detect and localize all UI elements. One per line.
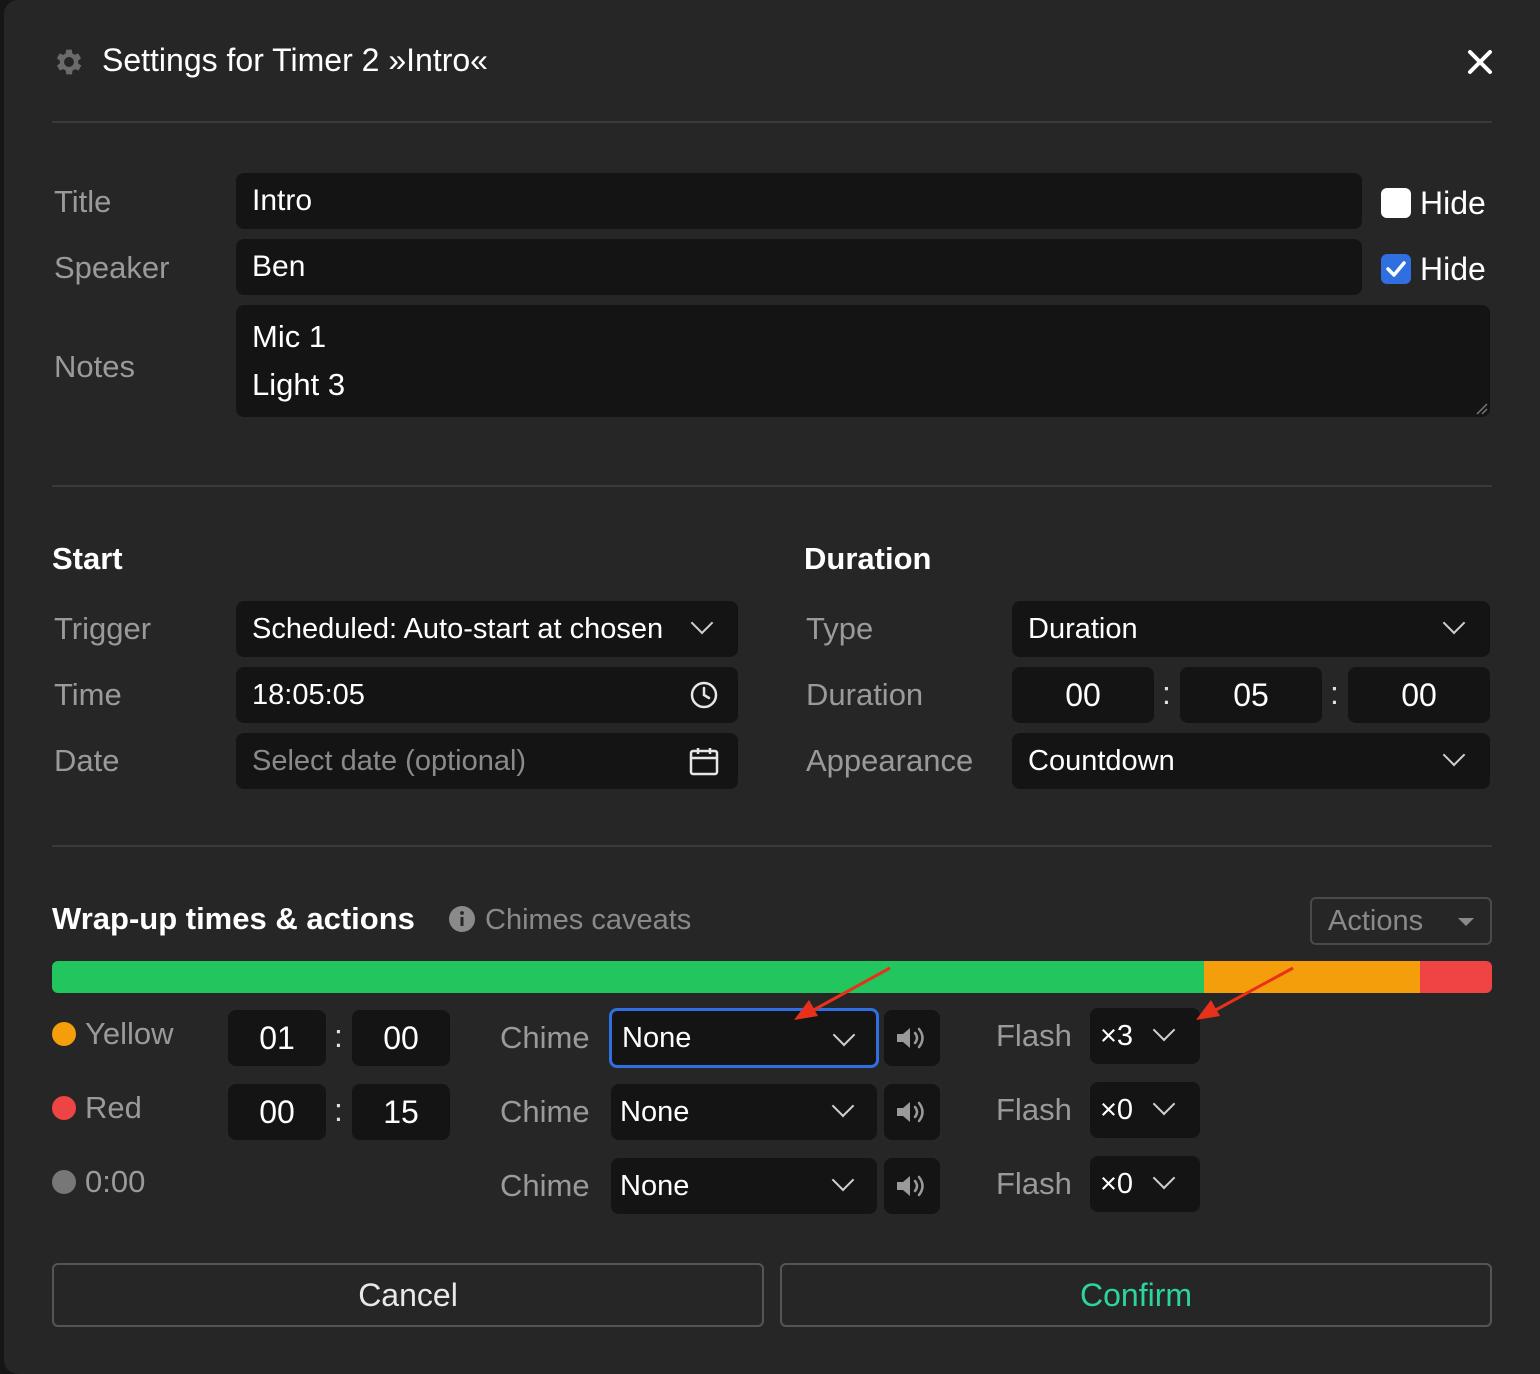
confirm-button[interactable]: Confirm bbox=[780, 1263, 1492, 1327]
annotation-arrow bbox=[794, 966, 891, 1020]
annotation-arrows bbox=[794, 966, 1294, 1020]
cancel-button[interactable]: Cancel bbox=[52, 1263, 764, 1327]
annotation-arrow bbox=[1196, 966, 1294, 1020]
timer-settings-dialog: Settings for Timer 2 »Intro« Title Intro… bbox=[4, 0, 1540, 1374]
